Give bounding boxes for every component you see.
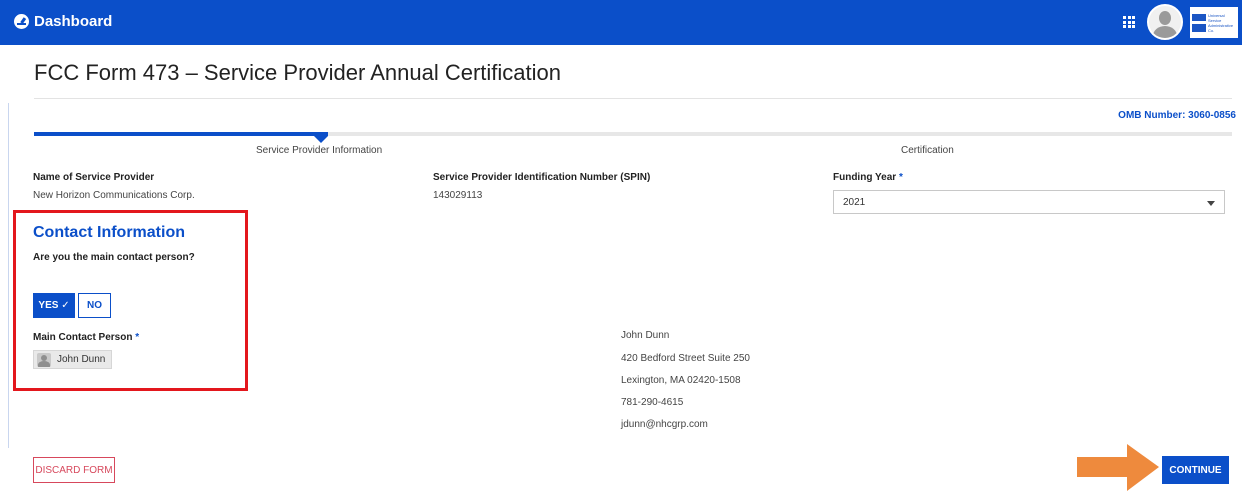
provider-name-value: New Horizon Communications Corp. xyxy=(33,190,195,201)
usac-logo: Universal Service Administrative Co. xyxy=(1190,7,1238,38)
address-phone: 781-290-4615 xyxy=(621,397,684,408)
active-step-marker xyxy=(314,136,328,143)
address-city: Lexington, MA 02420-1508 xyxy=(621,375,741,386)
arrow-right-icon xyxy=(1077,444,1159,491)
title-divider xyxy=(34,98,1232,99)
caret-down-icon xyxy=(1207,201,1215,206)
top-navigation-bar: Dashboard Universal Service Administrati… xyxy=(0,0,1242,45)
discard-form-button[interactable]: DISCARD FORM xyxy=(33,457,115,483)
continue-button[interactable]: CONTINUE xyxy=(1162,456,1229,484)
spin-value: 143029113 xyxy=(433,190,483,201)
omb-number: OMB Number: 3060-0856 xyxy=(1118,110,1236,121)
step-service-provider-information[interactable]: Service Provider Information xyxy=(256,145,382,156)
funding-year-value: 2021 xyxy=(843,197,866,208)
funding-year-label: Funding Year * xyxy=(833,172,903,183)
address-email: jdunn@nhcgrp.com xyxy=(621,419,708,430)
step-certification[interactable]: Certification xyxy=(901,145,954,156)
dashboard-link[interactable]: Dashboard xyxy=(14,13,112,30)
progress-stepper xyxy=(34,132,1232,136)
provider-name-label: Name of Service Provider xyxy=(33,172,155,183)
funding-year-select[interactable]: 2021 xyxy=(833,190,1225,214)
funding-year-label-text: Funding Year xyxy=(833,172,897,183)
required-marker: * xyxy=(898,172,903,183)
user-avatar-icon[interactable] xyxy=(1147,4,1183,40)
left-border-line xyxy=(8,103,9,448)
page-title: FCC Form 473 – Service Provider Annual C… xyxy=(34,60,561,85)
usac-logo-text: Universal Service Administrative Co. xyxy=(1208,12,1234,33)
highlight-box xyxy=(13,210,248,391)
address-street: 420 Bedford Street Suite 250 xyxy=(621,353,750,364)
stepper-progress-fill xyxy=(34,132,328,136)
dashboard-icon xyxy=(14,14,29,29)
dashboard-label: Dashboard xyxy=(34,13,113,30)
spin-label: Service Provider Identification Number (… xyxy=(433,172,651,183)
apps-grid-icon[interactable] xyxy=(1123,16,1135,28)
address-name: John Dunn xyxy=(621,330,670,341)
